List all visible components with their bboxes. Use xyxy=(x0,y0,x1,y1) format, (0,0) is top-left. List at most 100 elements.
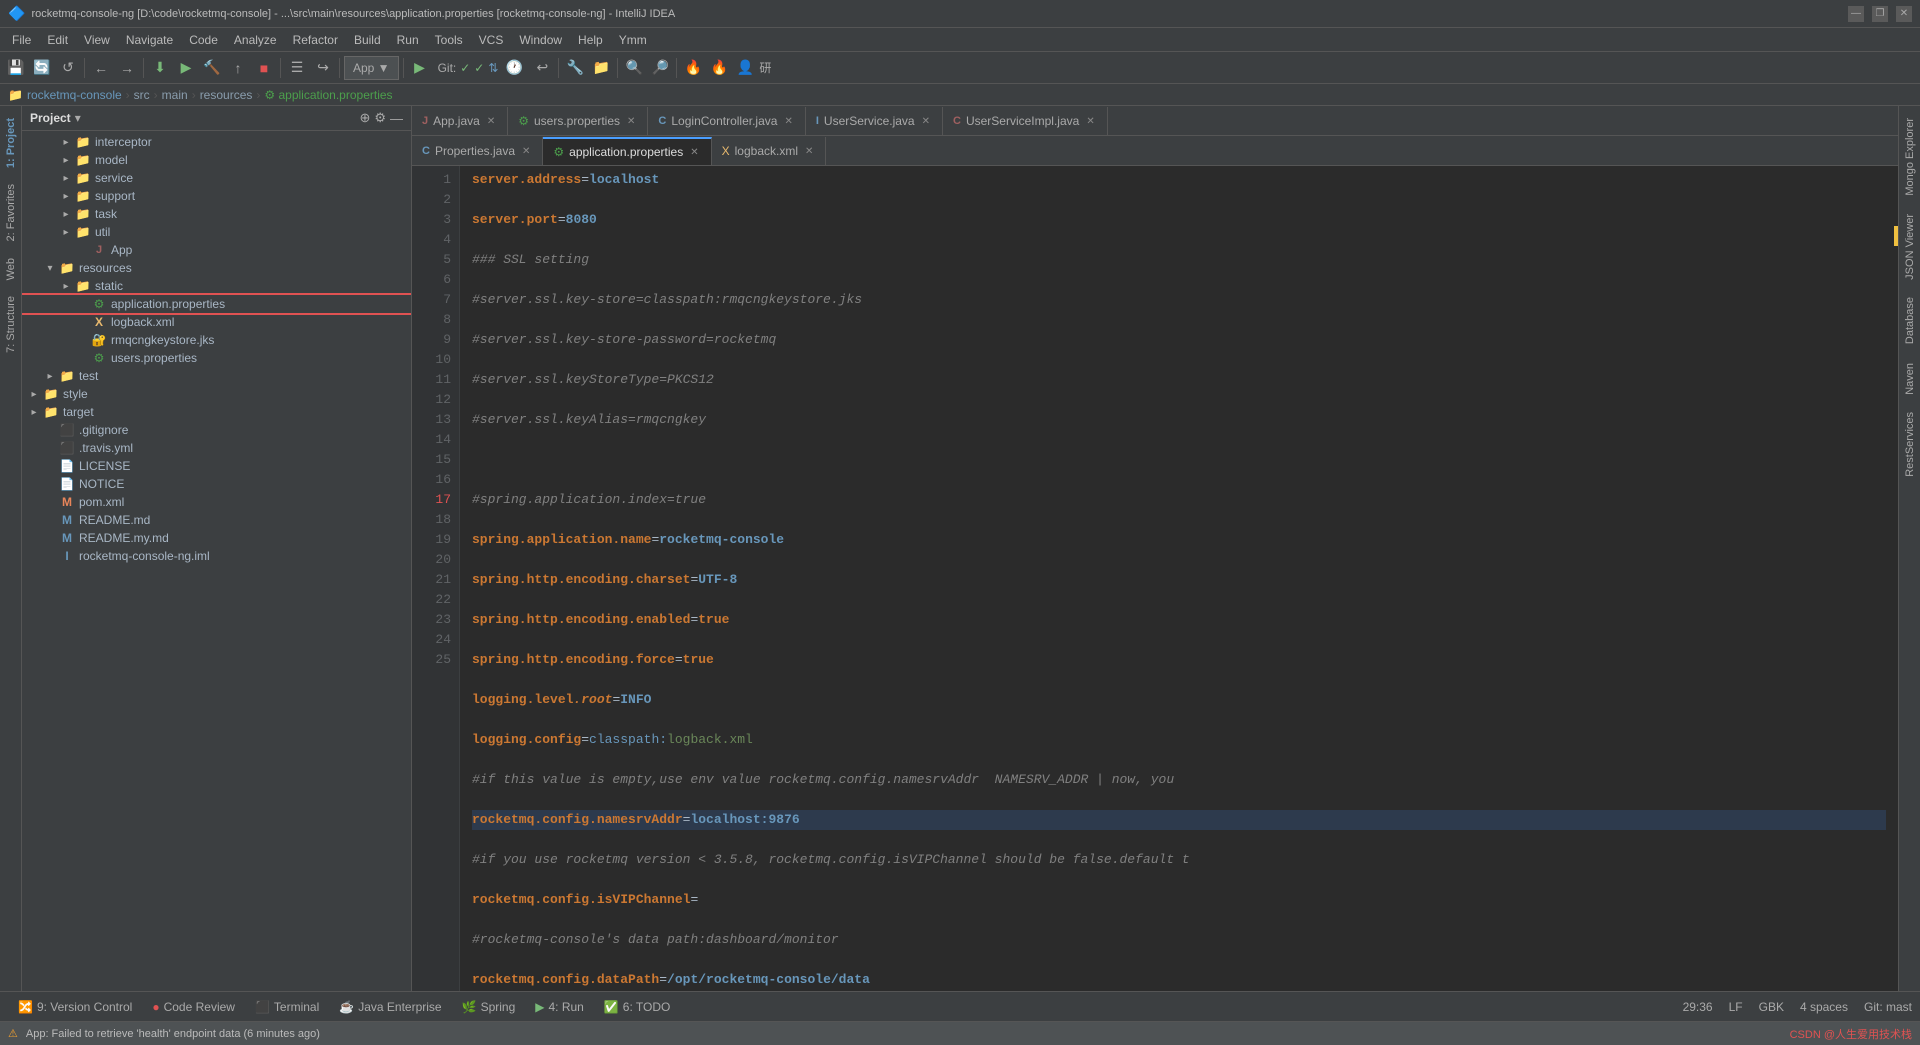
tree-item-rmqcngkeystore.jks[interactable]: 🔐rmqcngkeystore.jks xyxy=(22,331,411,349)
bc-item-4[interactable]: ⚙ application.properties xyxy=(264,88,392,102)
person-button[interactable]: 👤 xyxy=(733,56,757,80)
reload-button[interactable]: ↺ xyxy=(56,56,80,80)
find-button[interactable]: 🔎 xyxy=(648,56,672,80)
tab-close-icon[interactable]: ✕ xyxy=(520,145,532,158)
tree-item-.travis.yml[interactable]: ⬛.travis.yml xyxy=(22,439,411,457)
build-button[interactable]: 🔨 xyxy=(200,56,224,80)
git-clock-button[interactable]: 🕐 xyxy=(502,56,526,80)
menu-item-vcs[interactable]: VCS xyxy=(471,31,512,49)
tab-close-icon[interactable]: ✕ xyxy=(485,115,497,128)
git-undo-button[interactable]: ↩ xyxy=(530,56,554,80)
bc-item-2[interactable]: main xyxy=(162,88,188,102)
folder-button[interactable]: 📁 xyxy=(589,56,613,80)
menu-item-run[interactable]: Run xyxy=(389,31,427,49)
menu-item-window[interactable]: Window xyxy=(511,31,570,49)
search-button[interactable]: 🔍 xyxy=(622,56,646,80)
left-vtab-project[interactable]: 1: Project xyxy=(3,110,19,176)
right-vtab-json[interactable]: JSON Viewer xyxy=(1902,206,1918,288)
tree-item-interceptor[interactable]: ▸📁interceptor xyxy=(22,133,411,151)
save-button[interactable]: 💾 xyxy=(4,56,28,80)
tree-item-support[interactable]: ▸📁support xyxy=(22,187,411,205)
settings-button[interactable]: 🔧 xyxy=(563,56,587,80)
tree-item-App[interactable]: JApp xyxy=(22,241,411,259)
back-button[interactable]: ← xyxy=(89,56,113,80)
bottom-tab-run[interactable]: ▶ 4: Run xyxy=(525,998,594,1016)
bottom-tab-terminal[interactable]: ⬛ Terminal xyxy=(245,998,329,1016)
tab-user-service-impl[interactable]: C UserServiceImpl.java ✕ xyxy=(943,107,1108,135)
tree-item-model[interactable]: ▸📁model xyxy=(22,151,411,169)
bc-item-1[interactable]: src xyxy=(134,88,150,102)
right-vtab-rest[interactable]: RestServices xyxy=(1902,404,1918,485)
menu-item-ymm[interactable]: Ymm xyxy=(611,31,655,49)
menu-item-code[interactable]: Code xyxy=(181,31,226,49)
tree-item-README.md[interactable]: MREADME.md xyxy=(22,511,411,529)
app-selector[interactable]: App ▼ xyxy=(344,56,399,80)
step-button[interactable]: ↪ xyxy=(311,56,335,80)
menu-item-refactor[interactable]: Refactor xyxy=(285,31,346,49)
menu-item-edit[interactable]: Edit xyxy=(39,31,76,49)
charset[interactable]: GBK xyxy=(1759,1000,1784,1014)
tree-item-LICENSE[interactable]: 📄LICENSE xyxy=(22,457,411,475)
tree-item-users.properties[interactable]: ⚙users.properties xyxy=(22,349,411,367)
tree-item-task[interactable]: ▸📁task xyxy=(22,205,411,223)
indent-setting[interactable]: 4 spaces xyxy=(1800,1000,1848,1014)
tab-logback-xml[interactable]: X logback.xml ✕ xyxy=(712,137,827,165)
bc-item-3[interactable]: resources xyxy=(200,88,253,102)
tab-close-icon[interactable]: ✕ xyxy=(782,115,794,128)
tree-item-.gitignore[interactable]: ⬛.gitignore xyxy=(22,421,411,439)
scope-button[interactable]: ⊕ xyxy=(359,110,370,126)
menu-item-view[interactable]: View xyxy=(76,31,118,49)
vcs-branch[interactable]: Git: mast xyxy=(1864,1000,1912,1014)
code-editor[interactable]: server.address=localhost server.port=808… xyxy=(460,166,1898,991)
tree-item-style[interactable]: ▸📁style xyxy=(22,385,411,403)
menu-item-help[interactable]: Help xyxy=(570,31,611,49)
menu-item-build[interactable]: Build xyxy=(346,31,389,49)
collapse-button[interactable]: — xyxy=(390,110,403,126)
bottom-tab-todo[interactable]: ✅ 6: TODO xyxy=(594,998,681,1016)
tab-close-icon[interactable]: ✕ xyxy=(803,145,815,158)
menu-item-file[interactable]: File xyxy=(4,31,39,49)
tree-item-pom.xml[interactable]: Mpom.xml xyxy=(22,493,411,511)
flame-button[interactable]: 🔥 xyxy=(707,56,731,80)
right-vtab-maven[interactable]: Naven xyxy=(1902,355,1918,403)
run-app-button[interactable]: ▶ xyxy=(408,56,432,80)
tab-close-icon[interactable]: ✕ xyxy=(920,115,932,128)
gear-icon[interactable]: ⚙ xyxy=(374,110,386,126)
sidebar-dropdown-icon[interactable]: ▾ xyxy=(75,111,81,125)
cursor-position[interactable]: 29:36 xyxy=(1683,1000,1713,1014)
tab-user-service[interactable]: I UserService.java ✕ xyxy=(806,107,943,135)
left-vtab-web[interactable]: Web xyxy=(3,250,19,288)
tree-item-util[interactable]: ▸📁util xyxy=(22,223,411,241)
tab-properties-java[interactable]: C Properties.java ✕ xyxy=(412,137,543,165)
tab-close-icon[interactable]: ✕ xyxy=(1084,115,1096,128)
right-vtab-db[interactable]: Database xyxy=(1902,289,1918,352)
update-button[interactable]: ↑ xyxy=(226,56,250,80)
tree-item-rocketmq-console-ng.iml[interactable]: Irocketmq-console-ng.iml xyxy=(22,547,411,565)
tree-item-NOTICE[interactable]: 📄NOTICE xyxy=(22,475,411,493)
tab-users-properties[interactable]: ⚙ users.properties ✕ xyxy=(508,107,648,135)
bc-item-0[interactable]: rocketmq-console xyxy=(27,88,122,102)
left-vtab-favorites[interactable]: 2: Favorites xyxy=(3,176,19,249)
tree-item-application.properties[interactable]: ⚙application.properties xyxy=(22,295,411,313)
maximize-button[interactable]: ❐ xyxy=(1872,6,1888,22)
menu-item-navigate[interactable]: Navigate xyxy=(118,31,181,49)
line-ending[interactable]: LF xyxy=(1729,1000,1743,1014)
tree-item-target[interactable]: ▸📁target xyxy=(22,403,411,421)
tab-close-icon[interactable]: ✕ xyxy=(688,146,700,159)
minimize-button[interactable]: — xyxy=(1848,6,1864,22)
tab-login-controller[interactable]: C LoginController.java ✕ xyxy=(648,107,805,135)
tree-item-logback.xml[interactable]: Xlogback.xml xyxy=(22,313,411,331)
tree-item-test[interactable]: ▸📁test xyxy=(22,367,411,385)
menu-item-tools[interactable]: Tools xyxy=(427,31,471,49)
menu-button[interactable]: ☰ xyxy=(285,56,309,80)
tree-item-service[interactable]: ▸📁service xyxy=(22,169,411,187)
tree-item-static[interactable]: ▸📁static xyxy=(22,277,411,295)
bottom-tab-vc[interactable]: 🔀 9: Version Control xyxy=(8,998,142,1016)
bottom-tab-spring[interactable]: 🌿 Spring xyxy=(452,998,526,1016)
run-button[interactable]: ▶ xyxy=(174,56,198,80)
stop-button[interactable]: ■ xyxy=(252,56,276,80)
tab-application-properties[interactable]: ⚙ application.properties ✕ xyxy=(543,137,711,165)
menu-item-analyze[interactable]: Analyze xyxy=(226,31,285,49)
bottom-tab-review[interactable]: ● Code Review xyxy=(142,998,245,1016)
forward-button[interactable]: → xyxy=(115,56,139,80)
